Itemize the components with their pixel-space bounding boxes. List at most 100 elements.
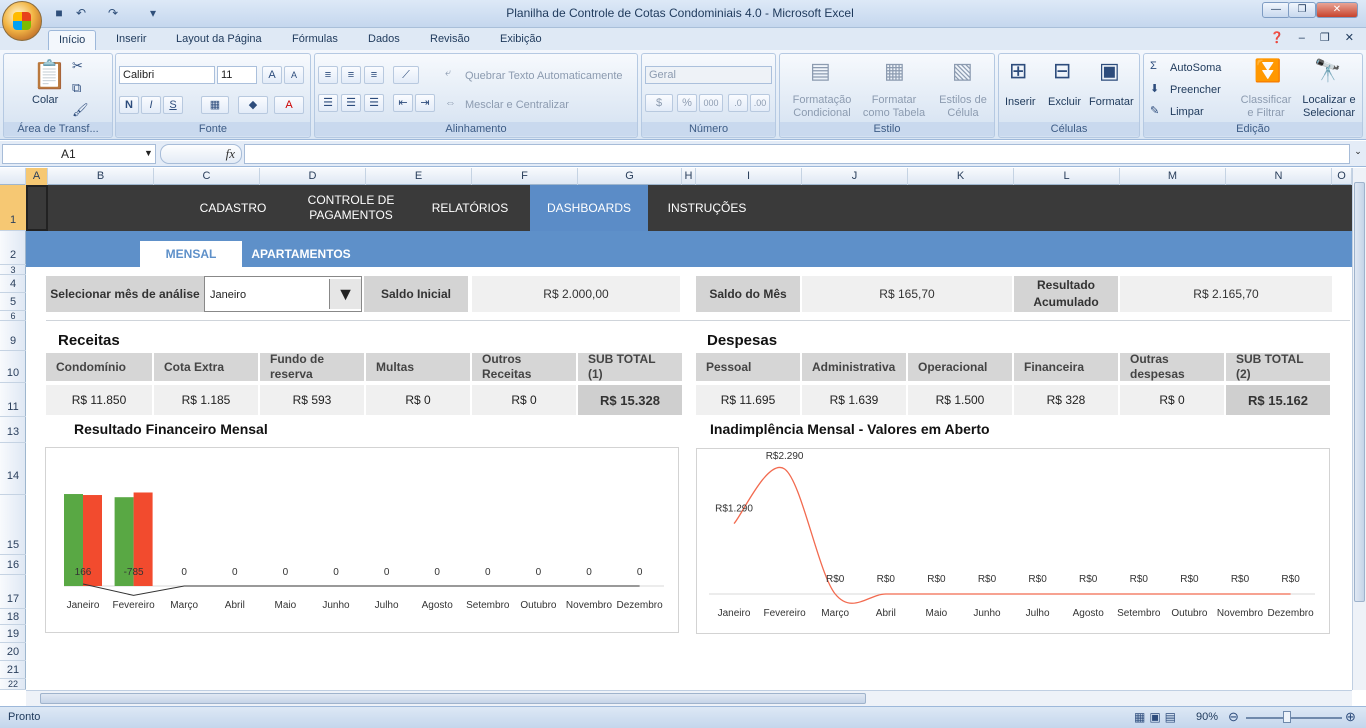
sort-filter-icon[interactable]: ⏬ [1254,58,1281,84]
col-header-h[interactable]: H [682,168,696,185]
row-header[interactable]: 2 [0,231,26,265]
insert-cells-icon[interactable]: ⊞ [1009,58,1027,84]
insert-function-button[interactable]: fx [160,144,242,164]
row-header[interactable]: 1 [0,185,26,231]
paste-button[interactable]: Colar [32,94,58,106]
col-header-e[interactable]: E [366,168,472,185]
col-header-l[interactable]: L [1014,168,1120,185]
align-middle-icon[interactable]: ≡ [341,66,361,84]
col-header-f[interactable]: F [472,168,578,185]
zoom-level[interactable]: 90% [1196,711,1218,723]
row-header[interactable]: 3 [0,265,26,275]
row-header[interactable]: 14 [0,443,26,495]
fill-color-icon[interactable]: ◆ [238,96,268,114]
row-header[interactable]: 5 [0,293,26,311]
copy-icon[interactable]: ⧉ [72,80,81,96]
zoom-slider-handle[interactable] [1283,711,1291,723]
row-header[interactable]: 10 [0,351,26,383]
align-right-icon[interactable]: ☰ [364,94,384,112]
align-top-icon[interactable]: ≡ [318,66,338,84]
col-header-m[interactable]: M [1120,168,1226,185]
horizontal-scroll-thumb[interactable] [40,693,866,704]
find-select-icon[interactable]: 🔭 [1314,58,1341,84]
increase-indent-icon[interactable]: ⇥ [415,94,435,112]
redo-icon[interactable]: ↷ [104,5,122,21]
number-format-box[interactable]: Geral [645,66,772,84]
bold-icon[interactable]: N [119,96,139,114]
align-left-icon[interactable]: ☰ [318,94,338,112]
conditional-format-button[interactable]: Formatação Condicional [786,94,858,120]
zoom-slider[interactable] [1246,717,1342,719]
row-header[interactable]: 6 [0,311,26,321]
undo-icon[interactable]: ↶ [72,5,90,21]
row-header[interactable]: 22 [0,679,26,690]
row-header[interactable]: 19 [0,625,26,643]
format-painter-icon[interactable]: 🖌 [72,102,89,118]
currency-icon[interactable]: $ [645,94,673,112]
find-select-button[interactable]: Localizar e Selecionar [1298,94,1360,120]
percent-icon[interactable]: % [677,94,697,112]
col-header-c[interactable]: C [154,168,260,185]
insert-cells-button[interactable]: Inserir [1005,96,1036,108]
shrink-font-icon[interactable]: A [284,66,304,84]
formula-input[interactable] [244,144,1350,164]
row-header[interactable]: 16 [0,555,26,575]
nav-relatorios[interactable]: RELATÓRIOS [422,185,518,231]
select-all-corner[interactable] [0,168,26,185]
tab-inserir[interactable]: Inserir [106,30,157,50]
row-header[interactable]: 13 [0,417,26,443]
col-header-k[interactable]: K [908,168,1014,185]
align-center-icon[interactable]: ☰ [341,94,361,112]
autosum-button[interactable]: AutoSoma [1170,62,1221,74]
wrap-text-icon[interactable]: ⤶ [445,67,451,80]
chart-inadimplencia[interactable]: R$1.290 Janeiro R$2.290 Fevereiro R$0 Março R$… [696,448,1330,634]
font-name-box[interactable]: Calibri [119,66,215,84]
borders-icon[interactable]: ▦ [201,96,229,114]
row-header[interactable]: 17 [0,575,26,609]
chart-resultado-financeiro[interactable]: 166 Janeiro -785 Fevereiro 0 Março 0 Abril 0 Maio… [45,447,679,633]
autosum-icon[interactable]: Σ [1150,60,1157,72]
row-header[interactable]: 11 [0,383,26,417]
col-header-j[interactable]: J [802,168,908,185]
font-color-icon[interactable]: A [274,96,304,114]
fill-icon[interactable]: ⬇ [1150,82,1159,95]
name-box-dropdown-icon[interactable]: ▼ [144,148,153,158]
tab-revisao[interactable]: Revisão [420,30,480,50]
delete-cells-button[interactable]: Excluir [1048,96,1081,108]
cell-styles-icon[interactable]: ▧ [952,58,973,84]
italic-icon[interactable]: I [141,96,161,114]
vertical-scroll-thumb[interactable] [1354,182,1365,602]
format-cells-button[interactable]: Formatar [1089,96,1134,108]
col-header-i[interactable]: I [696,168,802,185]
underline-icon[interactable]: S [163,96,183,114]
thousands-icon[interactable]: 000 [699,94,723,112]
zoom-in-icon[interactable]: ⊕ [1345,709,1356,725]
format-table-icon[interactable]: ▦ [884,58,905,84]
tab-exibicao[interactable]: Exibição [490,30,552,50]
align-bottom-icon[interactable]: ≡ [364,66,384,84]
decrease-indent-icon[interactable]: ⇤ [393,94,413,112]
nav-controle-pagamentos[interactable]: CONTROLE DE PAGAMENTOS [298,185,404,231]
font-size-box[interactable]: 11 [217,66,257,84]
cell-styles-button[interactable]: Estilos de Célula [932,94,994,120]
delete-cells-icon[interactable]: ⊟ [1053,58,1071,84]
wrap-text-button[interactable]: Quebrar Texto Automaticamente [465,70,623,82]
row-header[interactable]: 20 [0,643,26,661]
format-table-button[interactable]: Formatar como Tabela [860,94,928,120]
tab-layout[interactable]: Layout da Página [166,30,272,50]
row-header[interactable]: 21 [0,661,26,679]
minimize-button[interactable]: — [1262,2,1290,18]
col-header-d[interactable]: D [260,168,366,185]
tab-formulas[interactable]: Fórmulas [282,30,348,50]
conditional-format-icon[interactable]: ▤ [810,58,831,84]
clear-button[interactable]: Limpar [1170,106,1204,118]
subtab-mensal[interactable]: MENSAL [140,241,242,267]
tab-inicio[interactable]: Início [48,30,97,50]
row-header[interactable]: 15 [0,495,26,555]
sort-filter-button[interactable]: Classificar e Filtrar [1238,94,1294,120]
selected-cell-a1[interactable] [26,185,48,231]
col-header-a[interactable]: A [26,168,48,185]
customize-qat-icon[interactable]: ▾ [144,5,162,21]
increase-decimal-icon[interactable]: .0 [728,94,748,112]
merge-center-icon[interactable]: ⇔ [445,97,456,109]
